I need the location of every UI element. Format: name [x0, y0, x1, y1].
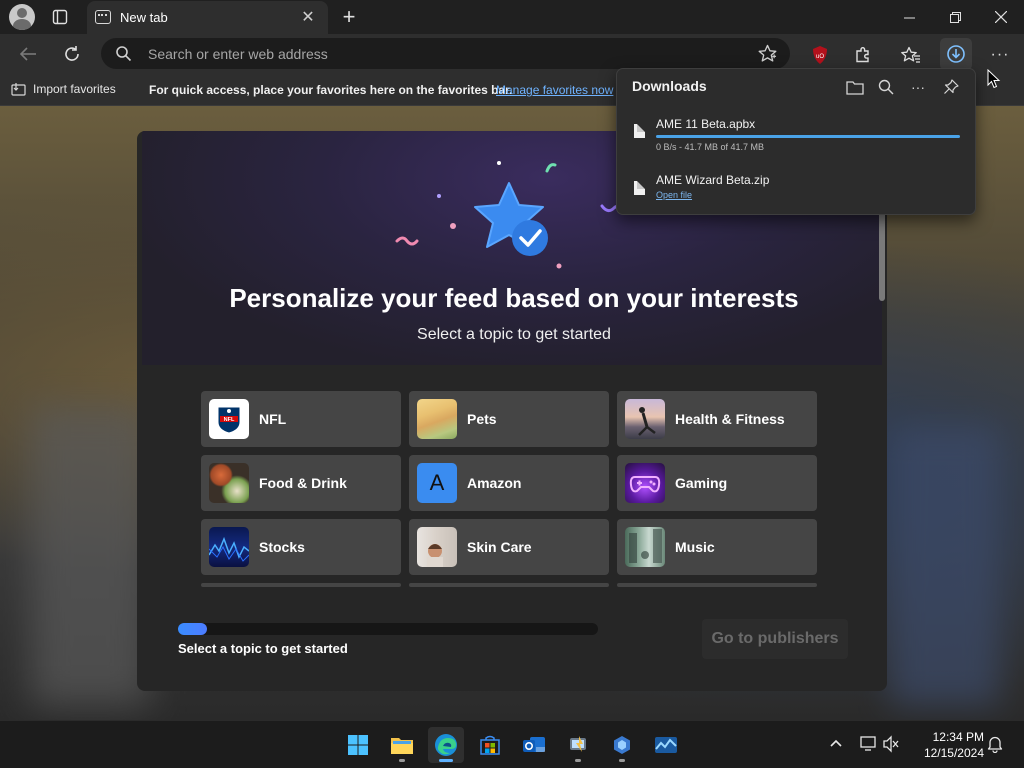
download-status: 0 B/s - 41.7 MB of 41.7 MB [656, 142, 765, 152]
stocks-chart-thumbnail [209, 527, 249, 567]
tab-new-tab[interactable]: New tab ✕ [87, 1, 328, 34]
skin-care-thumbnail [417, 527, 457, 567]
clock-time: 12:34 PM [932, 730, 984, 744]
manage-favorites-link[interactable]: Manage favorites now [496, 83, 613, 97]
personalize-feed-dialog: Personalize your feed based on your inte… [137, 131, 887, 691]
app-icon-2[interactable] [604, 727, 640, 763]
scrollbar-thumb[interactable] [879, 211, 885, 301]
topic-stocks[interactable]: Stocks [201, 519, 401, 575]
topic-label: Food & Drink [259, 475, 347, 491]
outlook-icon[interactable] [516, 727, 552, 763]
ublock-extension-icon[interactable]: uO [805, 40, 835, 70]
address-bar[interactable]: Search or enter web address [101, 38, 790, 69]
topic-gaming[interactable]: Gaming [617, 455, 817, 511]
download-progress-bar [656, 135, 960, 138]
downloads-title: Downloads [632, 78, 707, 94]
minimize-button[interactable] [886, 0, 932, 34]
import-favorites-label: Import favorites [33, 82, 116, 96]
pets-thumbnail [417, 399, 457, 439]
store-icon[interactable] [472, 727, 508, 763]
download-filename: AME Wizard Beta.zip [656, 173, 770, 187]
new-tab-button[interactable]: + [336, 4, 362, 29]
topic-label: Amazon [467, 475, 522, 491]
topic-progress-fill [178, 623, 208, 635]
new-tab-page-icon [95, 10, 111, 24]
file-explorer-icon[interactable] [384, 727, 420, 763]
search-icon [115, 45, 132, 67]
favorite-star-icon[interactable] [758, 44, 777, 68]
app-icon-3[interactable] [648, 727, 684, 763]
progress-label: Select a topic to get started [178, 641, 348, 656]
nfl-logo-icon: NFL [209, 399, 249, 439]
topic-amazon[interactable]: A Amazon [409, 455, 609, 511]
topic-row-partial [409, 583, 609, 587]
downloads-panel: Downloads ··· AME 11 Beta.apbx 0 B/s - 4… [616, 68, 976, 215]
clock-date: 12/15/2024 [923, 746, 984, 760]
pin-icon[interactable] [939, 75, 963, 99]
taskbar: 12:34 PM 12/15/2024 [0, 720, 1024, 768]
topic-pets[interactable]: Pets [409, 391, 609, 447]
dialog-subtitle: Select a topic to get started [417, 326, 611, 343]
settings-more-icon[interactable]: ··· [985, 40, 1015, 70]
topic-progress-bar [178, 623, 598, 635]
svg-text:uO: uO [816, 54, 824, 60]
system-clock[interactable]: 12:34 PM 12/15/2024 [914, 729, 984, 761]
amazon-letter-icon: A [417, 463, 457, 503]
address-input[interactable]: Search or enter web address [148, 46, 328, 62]
topic-label: Health & Fitness [675, 411, 785, 427]
topic-food-drink[interactable]: Food & Drink [201, 455, 401, 511]
topic-row-partial [617, 583, 817, 587]
topic-label: NFL [259, 411, 287, 427]
back-button[interactable] [13, 39, 43, 69]
show-hidden-icons-chevron[interactable] [829, 736, 843, 751]
download-item[interactable]: AME 11 Beta.apbx 0 B/s - 41.7 MB of 41.7… [617, 115, 975, 165]
file-icon [634, 124, 645, 138]
topic-nfl[interactable]: NFL NFL [201, 391, 401, 447]
network-volume-icons[interactable] [860, 735, 900, 758]
download-filename: AME 11 Beta.apbx [656, 117, 756, 131]
notifications-bell-icon[interactable] [987, 735, 1003, 758]
title-bar: New tab ✕ + [0, 0, 1024, 34]
dialog-title: Personalize your feed based on your inte… [229, 283, 799, 313]
go-to-publishers-button[interactable]: Go to publishers [702, 619, 848, 659]
food-drink-thumbnail [209, 463, 249, 503]
app-icon[interactable] [560, 727, 596, 763]
downloads-button[interactable] [940, 38, 972, 70]
start-icon[interactable] [340, 727, 376, 763]
profile-avatar[interactable] [9, 4, 35, 30]
topic-music[interactable]: Music [617, 519, 817, 575]
topic-label: Skin Care [467, 539, 532, 555]
import-icon [11, 83, 26, 96]
extensions-icon[interactable] [848, 40, 878, 70]
search-downloads-icon[interactable] [874, 75, 898, 99]
topic-label: Music [675, 539, 715, 555]
tab-title: New tab [120, 10, 168, 25]
music-thumbnail [625, 527, 665, 567]
open-folder-icon[interactable] [843, 75, 867, 99]
download-item[interactable]: AME Wizard Beta.zip Open file [617, 171, 975, 211]
topic-label: Gaming [675, 475, 728, 491]
topic-health-fitness[interactable]: Health & Fitness [617, 391, 817, 447]
topic-label: Stocks [259, 539, 305, 555]
close-window-button[interactable] [978, 0, 1024, 34]
topic-skin-care[interactable]: Skin Care [409, 519, 609, 575]
close-tab-icon[interactable]: ✕ [298, 7, 318, 27]
file-icon [634, 181, 645, 195]
health-fitness-thumbnail [625, 399, 665, 439]
favorites-bar-hint: For quick access, place your favorites h… [149, 83, 513, 97]
open-file-link[interactable]: Open file [656, 190, 692, 200]
gaming-controller-thumbnail [625, 463, 665, 503]
svg-text:NFL: NFL [224, 417, 235, 423]
tab-actions-icon[interactable] [47, 5, 73, 29]
more-options-icon[interactable]: ··· [906, 75, 930, 99]
favorites-icon[interactable] [896, 40, 926, 70]
topic-label: Pets [467, 411, 497, 427]
restore-button[interactable] [932, 0, 978, 34]
import-favorites-button[interactable]: Import favorites [11, 82, 116, 96]
edge-icon[interactable] [428, 727, 464, 763]
refresh-button[interactable] [57, 39, 87, 69]
topic-row-partial [201, 583, 401, 587]
star-checkmark-illustration [395, 161, 625, 269]
mouse-cursor [987, 69, 1001, 89]
